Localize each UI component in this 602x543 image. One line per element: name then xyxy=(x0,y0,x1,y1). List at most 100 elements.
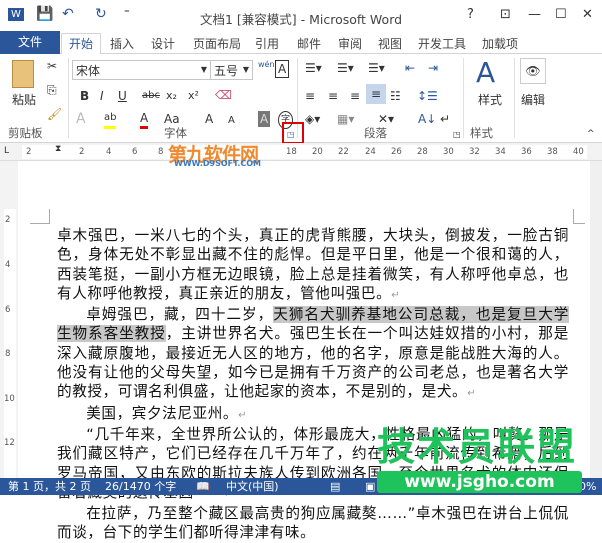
character-border-icon[interactable]: A xyxy=(275,60,290,78)
tab-file[interactable]: 文件 xyxy=(0,31,60,54)
align-right-icon[interactable]: ≡ xyxy=(350,88,360,104)
styles-button[interactable]: 样式 xyxy=(478,92,502,108)
proofing-icon[interactable]: 📖 xyxy=(196,478,210,495)
line-spacing-icon[interactable]: ↕☰ xyxy=(417,88,438,104)
paste-button[interactable]: 粘贴 xyxy=(12,92,36,108)
horizontal-ruler[interactable]: L 2 2 4 6 8 18 20 22 24 26 28 30 32 34 3… xyxy=(0,143,602,161)
title-bar: W 💾 ↶ ↻ ⁼ 文档1 [兼容模式] - Microsoft Word ? … xyxy=(0,0,602,31)
chevron-down-icon[interactable]: ▼ xyxy=(243,65,249,74)
phonetic-guide-icon[interactable]: wén xyxy=(258,57,275,73)
align-left-icon[interactable]: ≡ xyxy=(305,88,315,104)
ribbon-tabs: 文件 开始 插入 设计 页面布局 引用 邮件 审阅 视图 开发工具 加载项 xyxy=(0,31,602,55)
ruler-tick: 20 xyxy=(312,147,323,157)
ruler-tick: 6 xyxy=(132,147,138,157)
ruler-tick: 8 xyxy=(158,147,164,157)
vertical-scrollbar[interactable] xyxy=(590,161,602,478)
numbering-icon[interactable]: ☰▾ xyxy=(337,60,354,76)
collapse-ribbon-icon[interactable]: ^ xyxy=(587,126,595,142)
ruler-tick: 32 xyxy=(469,147,480,157)
document-body[interactable]: 卓木强巴，一米八七的个头，真正的虎背熊腰，大块头，倒披发，一脸古铜色，身体无处不… xyxy=(57,226,569,543)
font-size-combo[interactable]: 五号 ▼ xyxy=(210,60,253,80)
vertical-ruler[interactable]: 2 4 6 8 10 12 xyxy=(0,161,18,478)
justify-icon[interactable]: ≡ xyxy=(366,84,386,104)
clear-formatting-icon[interactable]: ⌫ xyxy=(215,87,232,103)
tab-references[interactable]: 引用 xyxy=(255,35,279,52)
borders-icon[interactable]: ▦▾ xyxy=(337,111,354,127)
align-center-icon[interactable]: ≡ xyxy=(328,88,338,104)
paragraph-mark: ↵ xyxy=(391,289,401,301)
bullets-icon[interactable]: ☰▾ xyxy=(305,60,322,76)
decrease-indent-icon[interactable]: ⇤ xyxy=(405,60,415,76)
editing-button[interactable]: 编辑 xyxy=(521,92,545,108)
tab-layout[interactable]: 页面布局 xyxy=(193,35,241,52)
ruler-tick: 30 xyxy=(443,147,454,157)
divider xyxy=(463,58,464,138)
tab-home[interactable]: 开始 xyxy=(61,33,101,55)
ruler-tick: 4 xyxy=(5,260,11,270)
paragraph-dialog-launcher-icon[interactable]: ◳ xyxy=(453,127,461,143)
read-mode-icon[interactable]: ▤ xyxy=(330,478,340,495)
text-effects-button[interactable]: A xyxy=(76,111,86,127)
tab-addins[interactable]: 加载项 xyxy=(482,35,518,52)
watermark-jsgho: 技术员联盟 www.jsgho.com xyxy=(377,425,582,495)
ruler-tick: 2 xyxy=(5,215,11,225)
underline-button[interactable]: U xyxy=(118,88,127,104)
watermark-url: www.jsgho.com xyxy=(377,471,582,493)
strikethrough-button[interactable]: abc xyxy=(142,88,160,104)
paragraph: 美国，宾夕法尼亚州。↵ xyxy=(57,404,569,425)
tab-mailings[interactable]: 邮件 xyxy=(297,35,321,52)
ruler-tick: 18 xyxy=(286,147,297,157)
tab-developer[interactable]: 开发工具 xyxy=(418,35,466,52)
page-count[interactable]: 第 1 页，共 2 页 xyxy=(8,478,91,495)
word-count[interactable]: 26/1470 个字 xyxy=(105,478,176,495)
ruler-tick: 2 xyxy=(26,147,32,157)
font-name-combo[interactable]: 宋体 ▼ xyxy=(72,60,211,80)
paragraph-text: 卓姆强巴，藏，四十二岁， xyxy=(86,306,274,324)
highlight-button[interactable]: ab xyxy=(104,110,117,129)
tab-selector-icon[interactable]: L xyxy=(4,146,9,156)
character-shading-button[interactable]: A xyxy=(258,111,271,127)
bold-button[interactable]: B xyxy=(80,88,89,104)
superscript-button[interactable]: x² xyxy=(188,88,199,104)
grow-font-button[interactable]: A xyxy=(205,111,213,127)
italic-button[interactable]: I xyxy=(100,88,104,104)
font-color-button[interactable]: A xyxy=(140,110,149,129)
tab-view[interactable]: 视图 xyxy=(378,35,402,52)
paragraph-text: 美国，宾夕法尼亚州。 xyxy=(86,404,239,422)
chevron-down-icon[interactable]: ▼ xyxy=(201,65,207,74)
subscript-button[interactable]: x₂ xyxy=(166,88,177,104)
binoculars-icon[interactable]: 👁 xyxy=(520,58,546,84)
paragraph-text: 卓木强巴，一米八七的个头，真正的虎背熊腰，大块头，倒披发，一脸古铜色，身体无处不… xyxy=(57,227,569,302)
ribbon-display-button[interactable]: ⊡ xyxy=(500,7,511,22)
ruler-track: 2 2 4 6 8 18 20 22 24 26 28 30 32 34 36 … xyxy=(22,144,587,159)
shrink-font-button[interactable]: A xyxy=(228,113,235,129)
close-button[interactable]: ✕ xyxy=(582,7,593,22)
divider xyxy=(68,58,69,138)
distributed-icon[interactable]: ☷ xyxy=(390,88,401,104)
cut-icon[interactable]: ✂ xyxy=(47,58,57,74)
show-marks-icon[interactable]: ↵ xyxy=(440,111,450,127)
indent-marker-icon[interactable]: ⧗ xyxy=(55,144,61,154)
print-layout-icon[interactable]: ▣ xyxy=(365,478,375,495)
shading-icon[interactable]: ◈▾ xyxy=(305,111,320,127)
paste-icon[interactable] xyxy=(12,60,34,88)
clipboard-group-label: 剪贴板 xyxy=(8,126,43,140)
styles-icon[interactable]: A xyxy=(476,58,495,88)
language-indicator[interactable]: 中文(中国) xyxy=(226,478,279,495)
tab-review[interactable]: 审阅 xyxy=(338,35,362,52)
multilevel-list-icon[interactable]: ☰▾ xyxy=(368,60,385,76)
paragraph-text: 在拉萨，乃至整个藏区最高贵的狗应属藏獒……”卓木强巴在讲台上侃侃而谈，台下的学生… xyxy=(57,505,569,542)
margin-corner xyxy=(573,209,585,224)
increase-indent-icon[interactable]: ⇥ xyxy=(428,60,438,76)
sort-icon[interactable]: A↓ xyxy=(418,111,436,127)
vertical-ruler-track: 2 4 6 8 10 12 xyxy=(4,209,16,478)
minimize-button[interactable]: — xyxy=(528,7,541,22)
format-painter-icon[interactable]: 🖌 xyxy=(47,106,62,122)
watermark-d9soft: 第九软件网 WWW.D9SOFT.COM xyxy=(168,140,268,170)
copy-icon[interactable]: ⎘ xyxy=(47,82,57,98)
tab-insert[interactable]: 插入 xyxy=(110,35,134,52)
tab-design[interactable]: 设计 xyxy=(151,35,175,52)
help-button[interactable]: ? xyxy=(467,7,474,22)
ruler-tick: 40 xyxy=(573,147,584,157)
maximize-button[interactable]: ☐ xyxy=(555,7,567,22)
